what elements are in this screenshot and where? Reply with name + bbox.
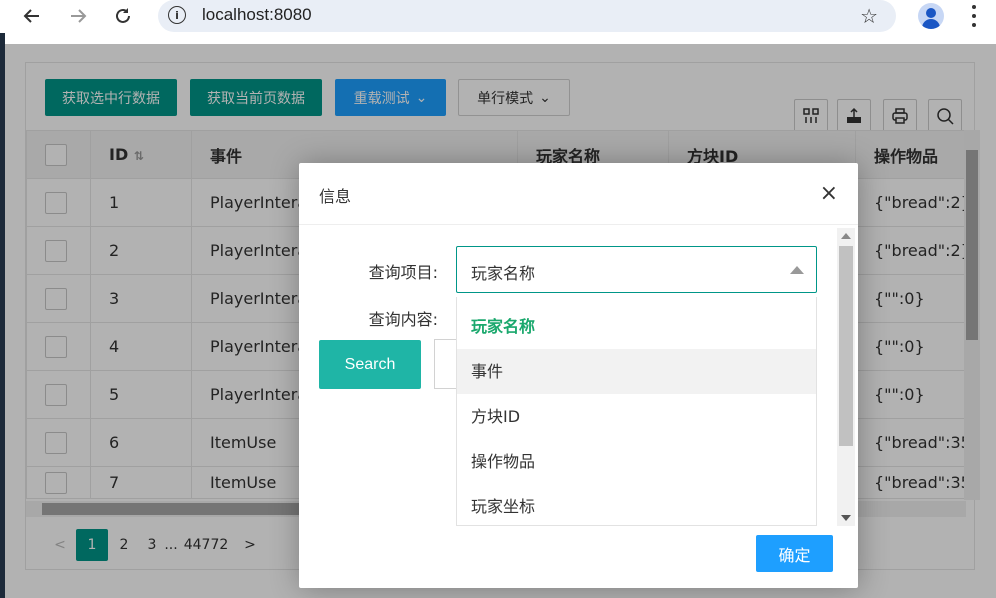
address-bar[interactable]: i localhost:8080 ☆ (158, 0, 896, 32)
browser-toolbar: i localhost:8080 ☆ (0, 0, 996, 33)
bookmark-star-icon[interactable]: ☆ (860, 4, 878, 28)
site-info-icon[interactable]: i (168, 6, 186, 24)
query-item-select[interactable]: 玩家名称 (456, 246, 817, 293)
profile-avatar[interactable] (918, 3, 944, 29)
option-item[interactable]: 操作物品 (457, 439, 816, 484)
dialog-title: 信息 (319, 187, 352, 206)
dialog-header: 信息 × (299, 163, 858, 225)
query-item-dropdown: 玩家名称 事件 方块ID 操作物品 玩家坐标 (456, 297, 817, 526)
scroll-thumb[interactable] (839, 246, 853, 446)
scroll-up-icon[interactable] (841, 233, 851, 239)
option-player-coords[interactable]: 玩家坐标 (457, 484, 816, 525)
close-icon[interactable]: × (820, 181, 838, 206)
caret-up-icon (790, 266, 804, 274)
scroll-down-icon[interactable] (841, 515, 851, 521)
back-icon[interactable] (20, 4, 44, 28)
option-block-id[interactable]: 方块ID (457, 394, 816, 439)
option-event[interactable]: 事件 (457, 349, 816, 394)
forward-icon[interactable] (66, 4, 90, 28)
reload-icon[interactable] (111, 4, 135, 28)
url-text: localhost:8080 (202, 5, 312, 24)
query-content-label: 查询内容: (368, 310, 438, 329)
option-player-name[interactable]: 玩家名称 (457, 304, 816, 349)
query-item-label: 查询项目: (368, 263, 438, 282)
ok-button[interactable]: 确定 (756, 535, 833, 572)
search-button[interactable]: Search (319, 340, 421, 389)
info-dialog: 信息 × 查询项目: 玩家名称 查询内容: Search 玩家名称 事件 方块I… (299, 163, 858, 588)
query-item-value: 玩家名称 (471, 264, 536, 283)
dialog-scrollbar[interactable] (837, 228, 855, 526)
browser-menu-icon[interactable] (966, 5, 982, 27)
